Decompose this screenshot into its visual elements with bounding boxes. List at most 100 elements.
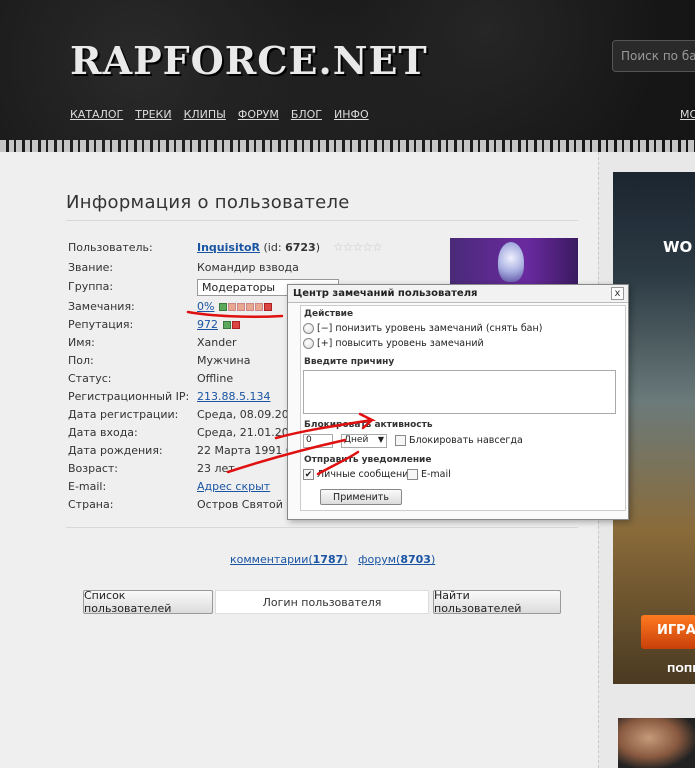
- user-id-suffix: ): [315, 241, 320, 254]
- rank-value: Командир взвода: [197, 261, 299, 274]
- row-user: Пользователь: InquisitoR (id: 6723) ☆☆☆☆…: [68, 240, 383, 257]
- reputation-value: 972: [197, 318, 240, 331]
- divider: [66, 527, 578, 528]
- notify-email-checkbox[interactable]: [407, 469, 418, 480]
- ip-label: Регистрационный IP:: [68, 390, 190, 403]
- avatar: [450, 238, 578, 286]
- nav-item-blog[interactable]: БЛОГ: [291, 108, 322, 121]
- nav-item-more[interactable]: МО: [680, 108, 695, 121]
- chevron-down-icon: ▼: [377, 435, 384, 444]
- warning-increase-icon[interactable]: [218, 303, 227, 311]
- ip-link[interactable]: 213.88.5.134: [197, 390, 270, 403]
- user-id-prefix: (id:: [263, 241, 286, 254]
- user-label: Пользователь:: [68, 241, 153, 254]
- search-input[interactable]: Поиск по базе: [612, 40, 695, 72]
- dialog-title: Центр замечаний пользователя: [293, 288, 478, 299]
- block-unit-value: Дней: [344, 435, 369, 445]
- user-id: 6723: [285, 241, 316, 254]
- user-value: InquisitoR (id: 6723): [197, 241, 320, 254]
- user-name-link[interactable]: InquisitoR: [197, 241, 260, 254]
- age-value: 23 лет: [197, 462, 235, 475]
- warnings-value: 0%: [197, 300, 272, 313]
- site-header: RAPFORCE.NET Поиск по базе КАТАЛОГ ТРЕКИ…: [0, 0, 695, 152]
- nav-item-catalog[interactable]: КАТАЛОГ: [70, 108, 123, 121]
- action-section-label: Действие: [304, 309, 354, 319]
- user-list-button[interactable]: Список пользователей: [83, 589, 213, 615]
- close-icon[interactable]: x: [611, 287, 624, 300]
- reputation-label: Репутация:: [68, 318, 134, 331]
- reputation-minus-icon[interactable]: [231, 321, 240, 329]
- option-lower[interactable]: [−] понизить уровень замечаний (снять ба…: [303, 323, 542, 334]
- forum-link[interactable]: форум(8703): [358, 553, 435, 566]
- reputation-link[interactable]: 972: [197, 318, 218, 331]
- notify-pm-option[interactable]: ✔ Личные сообщения: [303, 469, 414, 480]
- country-label: Страна:: [68, 498, 114, 511]
- warning-level-icon: [245, 303, 254, 311]
- name-label: Имя:: [68, 336, 95, 349]
- name-value: Xander: [197, 336, 237, 349]
- status-label: Статус:: [68, 372, 112, 385]
- reputation-plus-icon[interactable]: [222, 321, 231, 329]
- warning-level-icon: [227, 303, 236, 311]
- site-logo[interactable]: RAPFORCE.NET: [70, 38, 428, 83]
- nav-item-clips[interactable]: КЛИПЫ: [184, 108, 226, 121]
- dialog-body: Действие [−] понизить уровень замечаний …: [300, 305, 626, 511]
- group-label: Группа:: [68, 280, 114, 293]
- birth-date-label: Дата рождения:: [68, 444, 163, 457]
- block-forever-option[interactable]: Блокировать навсегда: [395, 435, 523, 446]
- activity-links: комментарии(1787) форум(8703): [230, 553, 435, 566]
- apply-button[interactable]: Применить: [320, 489, 402, 505]
- comments-label: комментарии: [230, 553, 309, 566]
- gender-label: Пол:: [68, 354, 94, 367]
- avatar-image: [498, 242, 524, 282]
- reason-section-label: Введите причину: [304, 357, 395, 367]
- email-label: E-mail:: [68, 480, 107, 493]
- warnings-link[interactable]: 0%: [197, 300, 214, 313]
- email-link[interactable]: Адрес скрыт: [197, 480, 270, 493]
- notify-email-option[interactable]: E-mail: [407, 469, 451, 480]
- login-input[interactable]: Логин пользователя: [215, 590, 429, 614]
- dialog-header[interactable]: Центр замечаний пользователя x: [288, 285, 628, 303]
- age-label: Возраст:: [68, 462, 119, 475]
- option-lower-label: [−] понизить уровень замечаний (снять ба…: [317, 323, 543, 334]
- warnings-dialog: Центр замечаний пользователя x Действие …: [287, 284, 629, 520]
- block-days-input[interactable]: 0: [303, 434, 333, 448]
- radio-raise[interactable]: [303, 338, 314, 349]
- login-date-value: Среда, 21.01.20: [197, 426, 289, 439]
- radio-lower[interactable]: [303, 323, 314, 334]
- notify-pm-label: Личные сообщения: [317, 469, 415, 480]
- nav-item-forum[interactable]: ФОРУМ: [238, 108, 279, 121]
- comments-link[interactable]: комментарии(1787): [230, 553, 348, 566]
- banner-play-button[interactable]: ИГРА: [641, 615, 695, 649]
- banner-title: WO: [663, 238, 693, 256]
- block-unit-select[interactable]: Дней ▼: [341, 434, 387, 448]
- login-date-label: Дата входа:: [68, 426, 138, 439]
- notify-email-label: E-mail: [421, 469, 451, 480]
- gender-value: Мужчина: [197, 354, 251, 367]
- reg-date-label: Дата регистрации:: [68, 408, 179, 421]
- header-torn-edge: [0, 140, 695, 152]
- option-raise[interactable]: [+] повысить уровень замечаний: [303, 338, 484, 349]
- find-users-button[interactable]: Найти пользователей: [433, 589, 561, 615]
- page-title: Информация о пользователе: [66, 192, 350, 213]
- ad-image: [618, 718, 695, 768]
- row-rank: Звание: Командир взвода: [68, 261, 368, 277]
- notify-section-label: Отправить уведомление: [304, 455, 432, 465]
- block-forever-checkbox[interactable]: [395, 435, 406, 446]
- divider: [66, 220, 578, 221]
- rating-stars-icon[interactable]: ☆☆☆☆☆: [333, 240, 383, 254]
- forum-count: 8703: [400, 553, 431, 566]
- option-raise-label: [+] повысить уровень замечаний: [317, 338, 484, 349]
- rank-label: Звание:: [68, 261, 114, 274]
- comments-count: 1787: [312, 553, 344, 566]
- warning-level-icon: [254, 303, 263, 311]
- warning-level-icon: [236, 303, 245, 311]
- country-value: Остров Святой Ел: [197, 498, 301, 511]
- warning-decrease-icon[interactable]: [263, 303, 272, 311]
- block-section-label: Блокировать активность: [304, 420, 433, 430]
- notify-pm-checkbox[interactable]: ✔: [303, 469, 314, 480]
- reason-textarea[interactable]: [303, 370, 616, 414]
- nav-item-info[interactable]: ИНФО: [334, 108, 369, 121]
- banner-subtext: ПОПИ: [667, 664, 695, 675]
- nav-item-tracks[interactable]: ТРЕКИ: [135, 108, 171, 121]
